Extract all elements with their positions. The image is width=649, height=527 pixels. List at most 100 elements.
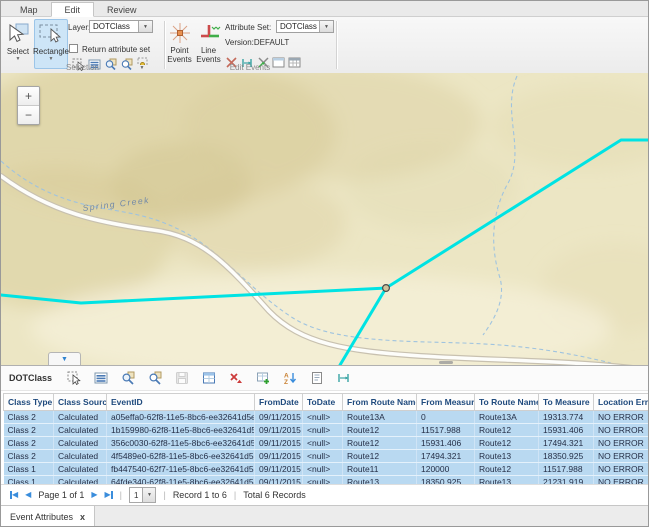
table-cell[interactable]: 09/11/2015 xyxy=(255,411,303,424)
map-resize-handle[interactable] xyxy=(439,361,453,364)
previous-page-button[interactable]: ◀ xyxy=(25,491,31,499)
layer-dropdown[interactable]: DOTClass ▼ xyxy=(89,20,153,33)
column-header[interactable]: From Measure xyxy=(417,394,475,411)
route-vertex-marker[interactable] xyxy=(383,285,390,292)
table-cell[interactable]: NO ERROR xyxy=(594,450,649,463)
table-cell[interactable]: fb447540-62f7-11e5-8bc6-ee32641d5ec9 xyxy=(107,463,255,476)
table-cell[interactable]: Route12 xyxy=(475,437,539,450)
table-cell[interactable]: Route12 xyxy=(343,437,417,450)
column-header[interactable]: Class Source xyxy=(54,394,107,411)
table-cell[interactable]: Route12 xyxy=(475,424,539,437)
table-cell[interactable]: <null> xyxy=(303,476,343,485)
zoom-out-button[interactable]: − xyxy=(18,105,39,124)
column-header[interactable]: FromDate xyxy=(255,394,303,411)
table-cell[interactable]: Class 1 xyxy=(4,476,54,485)
map-canvas[interactable]: Spring Creek + − ▼ xyxy=(1,73,649,365)
table-cell[interactable]: Calculated xyxy=(54,424,107,437)
measure-icon[interactable] xyxy=(334,369,353,387)
tab-map[interactable]: Map xyxy=(7,3,51,16)
next-page-button[interactable]: ▶ xyxy=(91,491,97,499)
zoom-to-selection-icon[interactable] xyxy=(118,369,137,387)
table-cell[interactable]: Class 2 xyxy=(4,411,54,424)
point-events-button[interactable]: Point Events xyxy=(165,19,194,69)
open-form-icon[interactable] xyxy=(307,369,326,387)
column-header[interactable]: Location Error xyxy=(594,394,649,411)
last-page-button[interactable]: ▶ xyxy=(105,491,113,499)
table-cell[interactable]: NO ERROR xyxy=(594,411,649,424)
table-cell[interactable]: 11517.988 xyxy=(417,424,475,437)
select-features-icon[interactable] xyxy=(64,369,83,387)
table-cell[interactable]: Route13 xyxy=(475,450,539,463)
table-cell[interactable]: <null> xyxy=(303,450,343,463)
table-row[interactable]: Class 2Calculated4f5489e0-62f8-11e5-8bc6… xyxy=(4,450,649,463)
table-cell[interactable]: Route12 xyxy=(343,424,417,437)
table-cell[interactable]: Calculated xyxy=(54,476,107,485)
table-cell[interactable]: 09/11/2015 xyxy=(255,437,303,450)
page-select-dropdown[interactable]: 1 ▼ xyxy=(129,487,156,503)
table-cell[interactable]: Route13A xyxy=(475,411,539,424)
sort-icon[interactable]: A Z xyxy=(280,369,299,387)
table-cell[interactable]: <null> xyxy=(303,411,343,424)
select-all-records-icon[interactable] xyxy=(199,369,218,387)
table-cell[interactable]: 1b159980-62f8-11e5-8bc6-ee32641d5ec9 xyxy=(107,424,255,437)
pan-to-selection-icon[interactable] xyxy=(145,369,164,387)
show-records-icon[interactable] xyxy=(91,369,110,387)
table-cell[interactable]: NO ERROR xyxy=(594,476,649,485)
table-cell[interactable]: a05effa0-62f8-11e5-8bc6-ee32641d5ec9 xyxy=(107,411,255,424)
tab-event-attributes[interactable]: Event Attributes x xyxy=(1,506,95,527)
chevron-down-icon[interactable]: ▼ xyxy=(138,21,152,32)
table-cell[interactable]: 09/11/2015 xyxy=(255,450,303,463)
column-header[interactable]: ToDate xyxy=(303,394,343,411)
table-row[interactable]: Class 1Calculatedfb447540-62f7-11e5-8bc6… xyxy=(4,463,649,476)
column-header[interactable]: EventID xyxy=(107,394,255,411)
table-cell[interactable]: NO ERROR xyxy=(594,463,649,476)
table-cell[interactable]: 17494.321 xyxy=(539,437,594,450)
first-page-button[interactable]: ◀ xyxy=(10,491,18,499)
table-cell[interactable]: 15931.406 xyxy=(417,437,475,450)
table-cell[interactable]: 11517.988 xyxy=(539,463,594,476)
table-cell[interactable]: 09/11/2015 xyxy=(255,476,303,485)
column-header[interactable]: To Measure xyxy=(539,394,594,411)
table-cell[interactable]: Calculated xyxy=(54,450,107,463)
delete-record-icon[interactable] xyxy=(226,369,245,387)
table-cell[interactable]: <null> xyxy=(303,424,343,437)
table-cell[interactable]: <null> xyxy=(303,437,343,450)
table-cell[interactable]: 18350.925 xyxy=(417,476,475,485)
close-icon[interactable]: x xyxy=(80,512,85,522)
table-cell[interactable]: 21231.919 xyxy=(539,476,594,485)
table-cell[interactable]: NO ERROR xyxy=(594,424,649,437)
table-cell[interactable]: Route11 xyxy=(343,463,417,476)
table-cell[interactable]: Route13 xyxy=(475,476,539,485)
chevron-down-icon[interactable]: ▼ xyxy=(142,488,155,502)
rectangle-tool-button[interactable]: Rectangle ▼ xyxy=(34,19,68,69)
table-cell[interactable]: 17494.321 xyxy=(417,450,475,463)
table-row[interactable]: Class 2Calculated356c0030-62f8-11e5-8bc6… xyxy=(4,437,649,450)
chevron-down-icon[interactable]: ▼ xyxy=(319,21,333,32)
table-cell[interactable]: 64fde340-62f8-11e5-8bc6-ee32641d5ec9 xyxy=(107,476,255,485)
panel-collapse-button[interactable]: ▼ xyxy=(48,352,81,365)
table-cell[interactable]: 09/11/2015 xyxy=(255,424,303,437)
table-cell[interactable]: NO ERROR xyxy=(594,437,649,450)
table-row[interactable]: Class 2Calculated1b159980-62f8-11e5-8bc6… xyxy=(4,424,649,437)
column-header[interactable]: From Route Name xyxy=(343,394,417,411)
select-tool-button[interactable]: Select ▼ xyxy=(3,19,33,69)
table-cell[interactable]: 09/11/2015 xyxy=(255,463,303,476)
table-cell[interactable]: 120000 xyxy=(417,463,475,476)
table-cell[interactable]: Route12 xyxy=(343,450,417,463)
tab-edit[interactable]: Edit xyxy=(51,2,95,17)
attribute-set-dropdown[interactable]: DOTClass ▼ xyxy=(276,20,334,33)
table-cell[interactable]: 0 xyxy=(417,411,475,424)
table-cell[interactable]: Class 2 xyxy=(4,437,54,450)
table-cell[interactable]: Calculated xyxy=(54,463,107,476)
table-cell[interactable]: Calculated xyxy=(54,411,107,424)
save-icon[interactable] xyxy=(172,369,191,387)
table-row[interactable]: Class 2Calculateda05effa0-62f8-11e5-8bc6… xyxy=(4,411,649,424)
return-attribute-set-checkbox[interactable] xyxy=(69,44,78,53)
tab-review[interactable]: Review xyxy=(94,3,150,16)
line-events-button[interactable]: Line Events xyxy=(194,19,223,69)
add-record-icon[interactable] xyxy=(253,369,272,387)
table-cell[interactable]: 18350.925 xyxy=(539,450,594,463)
table-cell[interactable]: Class 1 xyxy=(4,463,54,476)
table-cell[interactable]: 4f5489e0-62f8-11e5-8bc6-ee32641d5ec9 xyxy=(107,450,255,463)
table-cell[interactable]: Class 2 xyxy=(4,450,54,463)
